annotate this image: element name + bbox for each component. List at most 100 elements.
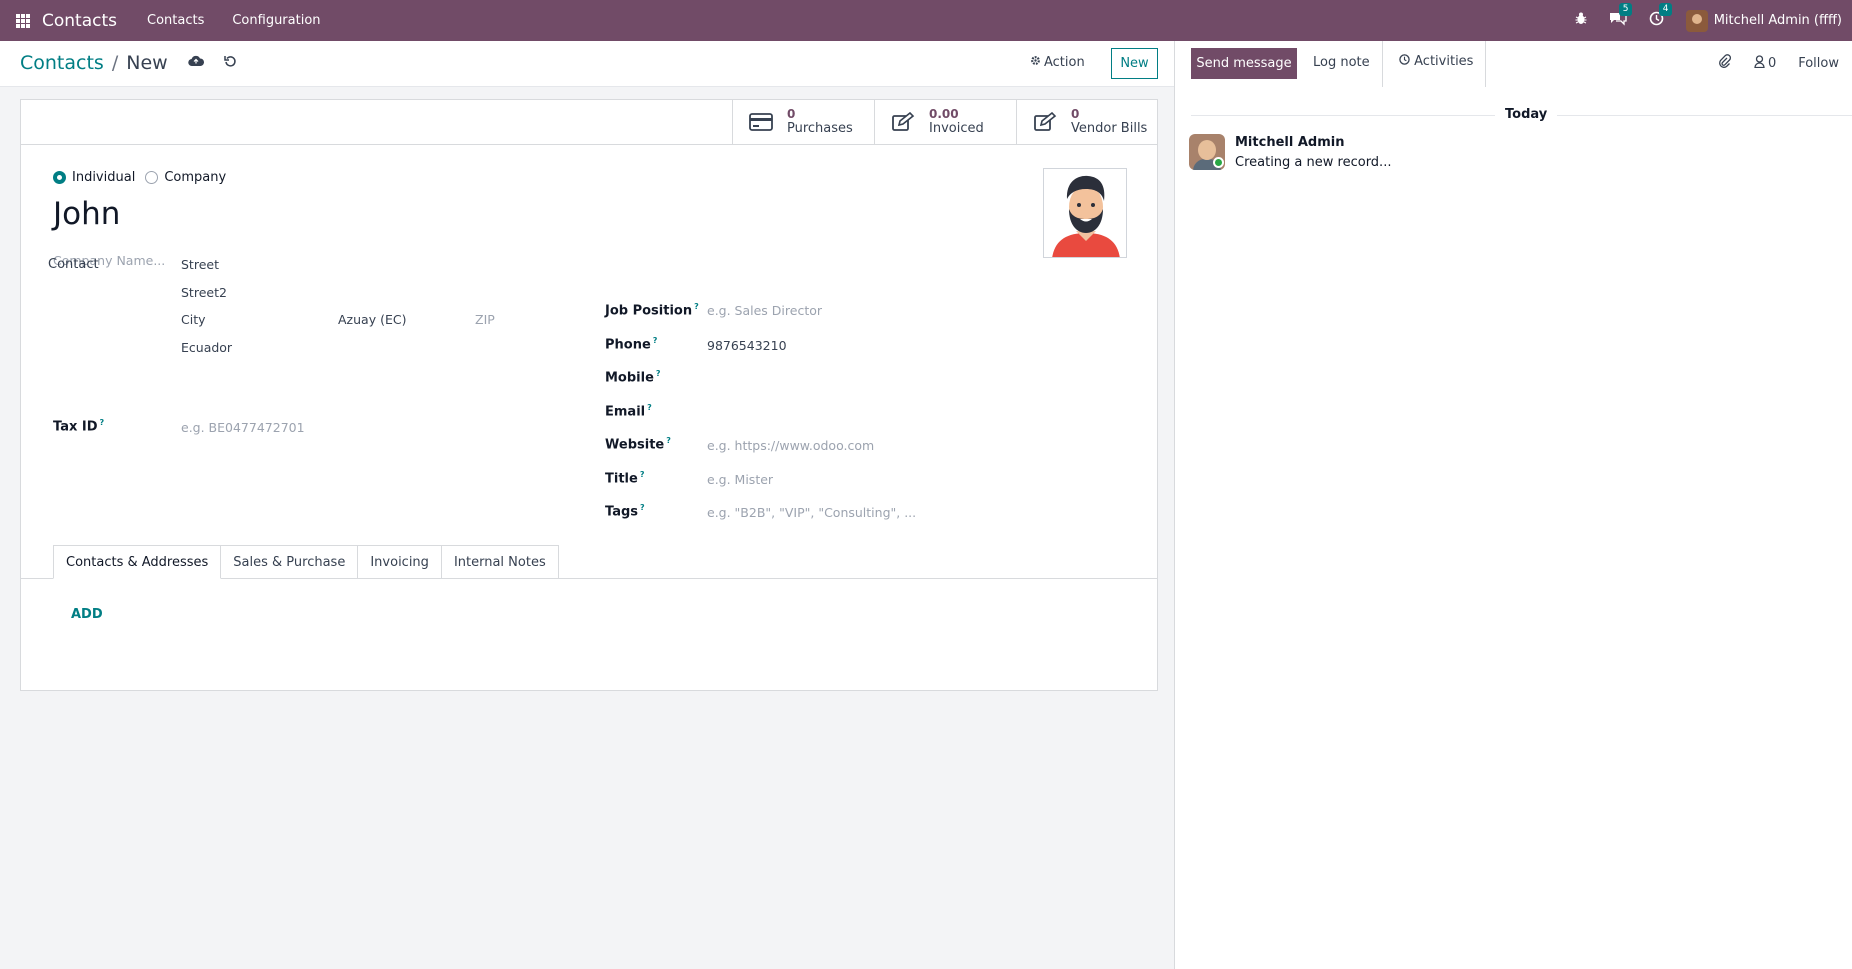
purchases-label: Purchases <box>787 121 853 136</box>
street-field[interactable]: Street <box>181 257 219 272</box>
action-button[interactable]: Action <box>1030 55 1085 70</box>
action-label: Action <box>1044 55 1085 70</box>
company-type-radio-group: Individual Company <box>53 170 236 185</box>
credit-card-icon <box>749 112 773 132</box>
zip-field[interactable]: ZIP <box>475 312 495 327</box>
job-position-label-text: Job Position <box>605 303 693 319</box>
chatter-topbar: Send message Log note Activities 0 Follo… <box>1175 41 1852 87</box>
purchases-value: 0 <box>787 107 796 121</box>
followers-button[interactable]: 0 <box>1754 55 1776 72</box>
help-question-icon[interactable]: ? <box>694 302 699 311</box>
city-field[interactable]: City <box>181 312 206 327</box>
vendor-bills-smart-button[interactable]: 0 Vendor Bills <box>1016 100 1158 144</box>
country-field[interactable]: Ecuador <box>181 340 232 355</box>
apps-grid-icon[interactable] <box>16 13 30 28</box>
breadcrumb-separator: / <box>111 52 119 74</box>
contact-avatar-image[interactable] <box>1043 168 1127 258</box>
date-separator: Today <box>1495 107 1558 122</box>
activities-clock-icon[interactable]: 4 <box>1649 3 1673 30</box>
help-question-icon[interactable]: ? <box>653 336 658 345</box>
title-field[interactable]: e.g. Mister <box>707 472 773 487</box>
vendor-bills-label: Vendor Bills <box>1071 121 1148 136</box>
chatter-divider <box>1382 41 1383 87</box>
follow-button[interactable]: Follow <box>1798 56 1839 71</box>
activities-badge: 4 <box>1658 3 1673 16</box>
edit-icon <box>891 111 915 132</box>
message-body: Creating a new record... <box>1235 155 1392 170</box>
street2-field[interactable]: Street2 <box>181 285 227 300</box>
website-label: Website? <box>605 436 671 452</box>
message-author[interactable]: Mitchell Admin <box>1235 135 1344 150</box>
help-question-icon[interactable]: ? <box>656 369 661 378</box>
radio-individual-label[interactable]: Individual <box>72 170 135 185</box>
tab-sales-purchase[interactable]: Sales & Purchase <box>221 545 359 579</box>
bug-icon[interactable] <box>1575 12 1587 29</box>
user-avatar <box>1685 9 1708 32</box>
breadcrumb: Contacts / New <box>20 52 237 74</box>
phone-label: Phone? <box>605 336 657 352</box>
job-position-field[interactable]: e.g. Sales Director <box>707 303 822 318</box>
mobile-label-text: Mobile <box>605 370 654 386</box>
messages-icon[interactable]: 5 <box>1609 3 1633 30</box>
invoiced-label: Invoiced <box>929 121 984 136</box>
help-question-icon[interactable]: ? <box>640 470 645 479</box>
clock-icon <box>1399 54 1414 69</box>
purchases-smart-button[interactable]: 0 Purchases <box>732 100 874 144</box>
user-name: Mitchell Admin (ffff) <box>1713 13 1842 28</box>
user-icon <box>1754 55 1765 72</box>
breadcrumb-contacts[interactable]: Contacts <box>20 52 104 74</box>
contact-name-field[interactable]: John <box>53 196 120 232</box>
radio-individual[interactable] <box>53 171 66 184</box>
new-button[interactable]: New <box>1111 48 1158 79</box>
title-label: Title? <box>605 470 644 486</box>
job-position-label: Job Position? <box>605 302 699 318</box>
send-message-button[interactable]: Send message <box>1191 48 1297 79</box>
activities-button[interactable]: Activities <box>1399 54 1473 69</box>
log-note-button[interactable]: Log note <box>1313 55 1370 70</box>
top-navbar: Contacts Contacts Configuration 5 4 Mitc… <box>0 0 1852 41</box>
tab-contacts-addresses[interactable]: Contacts & Addresses <box>53 545 222 579</box>
vendor-bills-value: 0 <box>1071 107 1080 121</box>
help-question-icon[interactable]: ? <box>100 418 105 427</box>
tax-id-field[interactable]: e.g. BE0477472701 <box>181 420 305 435</box>
tax-id-label: Tax ID? <box>53 418 104 434</box>
menu-configuration[interactable]: Configuration <box>232 13 320 28</box>
online-status-dot <box>1213 157 1224 168</box>
chatter-panel: Send message Log note Activities 0 Follo… <box>1174 41 1852 969</box>
activities-label: Activities <box>1414 54 1474 69</box>
radio-company-label[interactable]: Company <box>164 170 226 185</box>
tax-id-label-text: Tax ID <box>53 419 98 435</box>
form-sheet: 0 Purchases 0.00 Invoiced 0 Vendor Bills <box>20 99 1158 691</box>
paperclip-icon[interactable] <box>1718 54 1732 73</box>
user-menu[interactable]: Mitchell Admin (ffff) <box>1685 9 1842 32</box>
gear-icon <box>1030 55 1041 70</box>
tags-label-text: Tags <box>605 504 639 520</box>
invoiced-smart-button[interactable]: 0.00 Invoiced <box>874 100 1016 144</box>
radio-company[interactable] <box>145 171 159 184</box>
tab-internal-notes[interactable]: Internal Notes <box>441 545 559 579</box>
messages-badge: 5 <box>1618 3 1633 16</box>
app-brand[interactable]: Contacts <box>42 11 117 31</box>
discard-undo-icon[interactable] <box>223 55 237 72</box>
help-question-icon[interactable]: ? <box>666 436 671 445</box>
email-label-text: Email <box>605 404 646 420</box>
state-field[interactable]: Azuay (EC) <box>338 312 406 327</box>
tags-label: Tags? <box>605 503 645 519</box>
help-question-icon[interactable]: ? <box>647 403 652 412</box>
followers-count: 0 <box>1767 56 1777 71</box>
invoiced-value: 0.00 <box>929 107 959 121</box>
title-label-text: Title <box>605 471 638 487</box>
help-question-icon[interactable]: ? <box>640 503 645 512</box>
phone-field[interactable]: 9876543210 <box>707 338 787 353</box>
chatter-divider <box>1485 41 1486 87</box>
menu-contacts[interactable]: Contacts <box>147 13 204 28</box>
phone-label-text: Phone <box>605 337 651 353</box>
website-field[interactable]: e.g. https://www.odoo.com <box>707 438 874 453</box>
email-label: Email? <box>605 403 652 419</box>
save-cloud-icon[interactable] <box>187 55 204 71</box>
add-contact-button[interactable]: ADD <box>71 607 103 622</box>
control-panel: Contacts / New Action New <box>0 41 1174 87</box>
tab-invoicing[interactable]: Invoicing <box>358 545 442 579</box>
mobile-label: Mobile? <box>605 369 661 385</box>
tags-field[interactable]: e.g. "B2B", "VIP", "Consulting", ... <box>707 505 916 520</box>
